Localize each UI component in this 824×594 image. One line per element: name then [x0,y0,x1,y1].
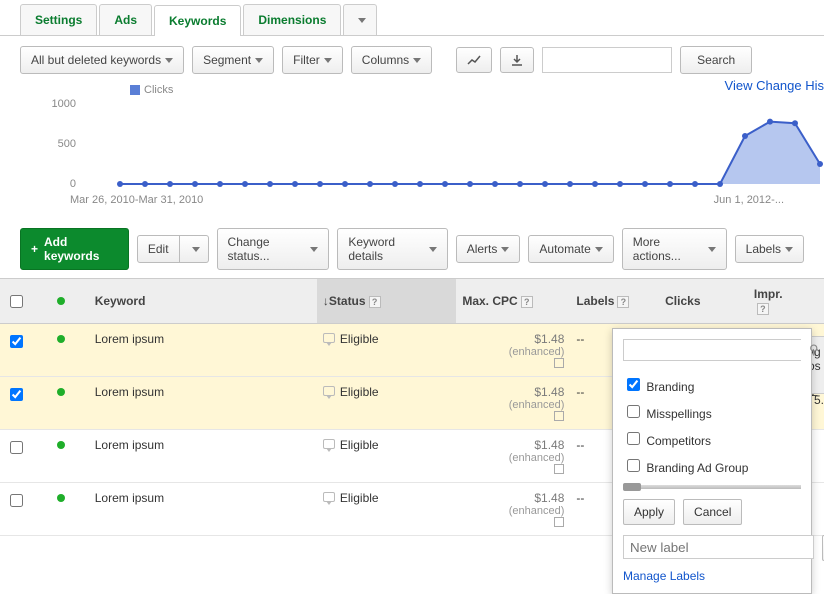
status-dot-icon [57,297,65,305]
x-end-label: Jun 1, 2012-... [714,194,784,206]
plus-icon: + [31,242,38,256]
keyword-cell[interactable]: Lorem ipsum [89,430,317,483]
status-cell: Eligible [317,483,456,536]
scope-dropdown[interactable]: All but deleted keywords [20,46,184,74]
col-maxcpc[interactable]: Max. CPC? [456,279,570,324]
search-input[interactable] [542,47,672,73]
status-cell: Eligible [317,324,456,377]
ytick: 1000 [52,98,76,110]
edit-icon[interactable] [554,464,564,474]
label-checkbox[interactable] [627,459,640,472]
speech-bubble-icon [323,492,335,502]
label-search-input[interactable] [624,340,809,360]
status-dot-icon [57,441,65,449]
label-option[interactable]: Branding Ad Group [623,452,801,479]
automate-dropdown[interactable]: Automate [528,235,613,263]
manage-labels-link[interactable]: Manage Labels [623,569,801,583]
edit-caret[interactable] [180,235,209,263]
col-keyword[interactable]: Keyword [89,279,317,324]
ytick: 500 [58,138,76,150]
row-checkbox[interactable] [10,494,23,507]
chevron-down-icon [165,58,173,63]
select-all-checkbox[interactable] [10,295,23,308]
keyword-cell[interactable]: Lorem ipsum [89,483,317,536]
search-icon: ⚲ [809,340,819,360]
nav-tabs: Settings Ads Keywords Dimensions [0,0,824,36]
ytick: 0 [70,178,76,190]
label-checkbox[interactable] [627,405,640,418]
segment-dropdown[interactable]: Segment [192,46,274,74]
enhanced-label: (enhanced) [509,399,565,411]
status-dot-icon [57,335,65,343]
col-labels[interactable]: Labels? [570,279,659,324]
keyword-details-dropdown[interactable]: Keyword details [337,228,447,270]
col-clicks[interactable]: Clicks [659,279,748,324]
status-dot-icon [57,388,65,396]
more-actions-dropdown[interactable]: More actions... [622,228,727,270]
speech-bubble-icon [323,439,335,449]
labels-popup: ⚲ Branding Misspellings Competitors Bran… [612,328,812,594]
enhanced-label: (enhanced) [509,452,565,464]
help-icon[interactable]: ? [369,296,381,308]
edit-icon[interactable] [554,358,564,368]
tab-settings[interactable]: Settings [20,4,97,35]
label-checkbox[interactable] [627,432,640,445]
edit-button[interactable]: Edit [137,235,180,263]
tab-ads[interactable]: Ads [99,4,152,35]
edit-icon[interactable] [554,517,564,527]
status-dot-icon [57,494,65,502]
tab-keywords[interactable]: Keywords [154,5,241,36]
col-impr[interactable]: Impr.? [748,279,824,324]
label-checkbox[interactable] [627,378,640,391]
row-checkbox[interactable] [10,335,23,348]
cpc-value: $1.48 [534,491,564,505]
row-checkbox[interactable] [10,441,23,454]
scrollbar[interactable] [623,485,801,489]
clicks-chart: Clicks 1000 500 0 Mar 26, 2010-Mar 31, 2… [20,84,804,224]
change-status-dropdown[interactable]: Change status... [217,228,330,270]
labels-dropdown[interactable]: Labels [735,235,804,263]
columns-dropdown[interactable]: Columns [351,46,432,74]
x-start-label: Mar 26, 2010-Mar 31, 2010 [70,194,203,206]
cpc-value: $1.48 [534,332,564,346]
filter-toolbar: All but deleted keywords Segment Filter … [0,36,824,84]
edit-icon[interactable] [554,411,564,421]
action-bar: +Add keywords Edit Change status... Keyw… [0,224,824,278]
status-cell: Eligible [317,377,456,430]
apply-button[interactable]: Apply [623,499,675,525]
cpc-value: $1.48 [534,438,564,452]
enhanced-label: (enhanced) [509,346,565,358]
chart-icon [467,54,481,66]
keyword-cell[interactable]: Lorem ipsum [89,324,317,377]
col-status[interactable]: ↓Status? [317,279,456,324]
search-button[interactable]: Search [680,46,752,74]
tab-more[interactable] [343,4,377,35]
label-option[interactable]: Competitors [623,425,801,452]
cancel-button[interactable]: Cancel [683,499,742,525]
row-checkbox[interactable] [10,388,23,401]
new-label-input[interactable] [623,535,814,559]
filter-dropdown[interactable]: Filter [282,46,343,74]
label-option[interactable]: Branding [623,371,801,398]
speech-bubble-icon [323,386,335,396]
speech-bubble-icon [323,333,335,343]
keyword-cell[interactable]: Lorem ipsum [89,377,317,430]
cost-fragment: 5. [814,393,824,407]
chart-toggle-button[interactable] [456,47,492,73]
status-cell: Eligible [317,430,456,483]
enhanced-label: (enhanced) [509,505,565,517]
download-icon [511,54,523,66]
download-button[interactable] [500,47,534,73]
cpc-value: $1.48 [534,385,564,399]
add-keywords-button[interactable]: +Add keywords [20,228,129,270]
label-option[interactable]: Misspellings [623,398,801,425]
alerts-dropdown[interactable]: Alerts [456,235,521,263]
tab-dimensions[interactable]: Dimensions [243,4,341,35]
chevron-down-icon [358,18,366,23]
